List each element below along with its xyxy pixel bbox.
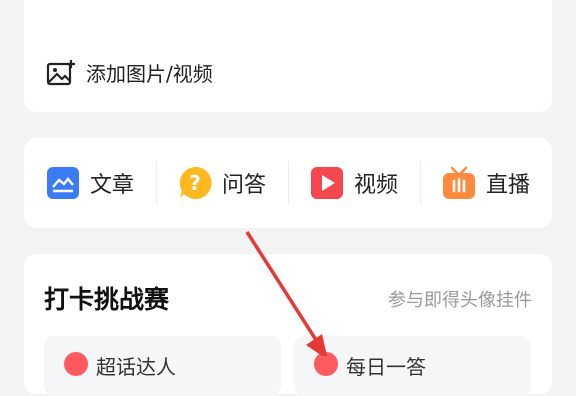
video-button[interactable]: 视频 [288, 159, 420, 207]
video-label: 视频 [353, 173, 398, 198]
challenge-title: 打卡挑战赛 [44, 285, 170, 314]
post-type-bar: 文章 ? 问答 视频 直播 [24, 138, 552, 228]
challenge-tile-label: 超话达人 [96, 355, 176, 379]
live-button[interactable]: 直播 [420, 159, 552, 207]
add-image-icon [46, 59, 75, 85]
checkin-challenge-card: 打卡挑战赛 参与即得头像挂件 超话达人 每日一答 [24, 254, 552, 396]
question-icon: ? [179, 166, 212, 199]
live-label: 直播 [485, 173, 530, 198]
article-icon [46, 167, 79, 199]
challenge-reward-link[interactable]: 参与即得头像挂件 [388, 286, 532, 312]
live-tv-icon [442, 166, 475, 199]
article-button[interactable]: 文章 [24, 159, 156, 207]
challenge-tile[interactable]: 超话达人 [44, 336, 281, 396]
challenge-tile[interactable]: 每日一答 [294, 336, 531, 396]
composer-card: 添加图片/视频 [24, 0, 552, 112]
qa-label: 问答 [221, 173, 266, 198]
video-icon [310, 167, 343, 199]
article-label: 文章 [89, 173, 134, 198]
qa-button[interactable]: ? 问答 [156, 159, 288, 207]
challenge-tile-label: 每日一答 [346, 355, 426, 379]
add-media-label: 添加图片/视频 [86, 62, 213, 86]
add-media-button[interactable]: 添加图片/视频 [46, 58, 213, 87]
svg-text:?: ? [189, 171, 201, 195]
